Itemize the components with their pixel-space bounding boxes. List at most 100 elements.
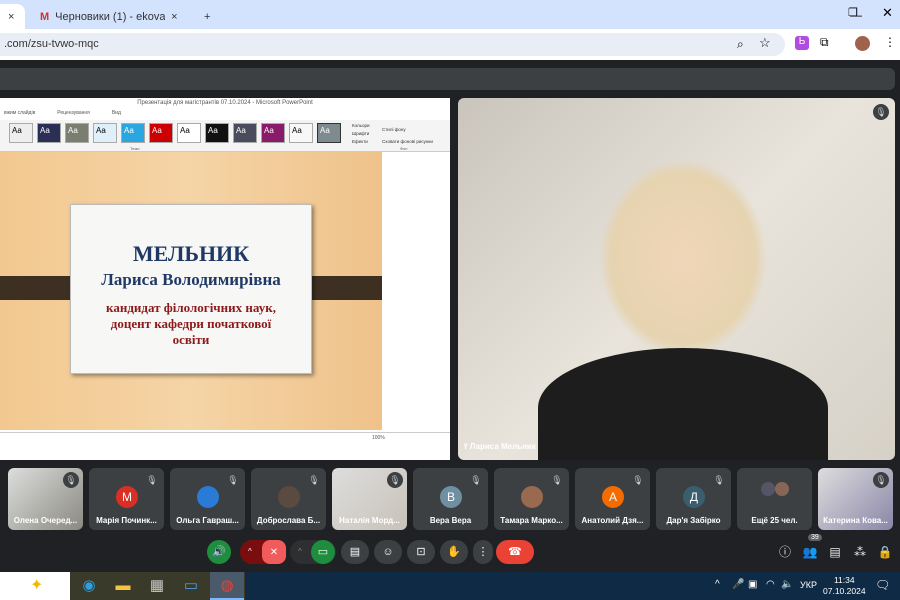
captions-button[interactable]: ▤ xyxy=(341,540,369,564)
mic-off-icon: 🎙 xyxy=(468,472,484,488)
close-window-icon[interactable]: ✕ xyxy=(882,5,893,21)
extensions-puzzle-icon[interactable]: ⧉ xyxy=(820,35,829,50)
speaker-name: Лариса Мельник xyxy=(469,442,536,451)
present-screen-icon: ⊡ xyxy=(416,546,426,558)
file-explorer-icon[interactable]: ▬ xyxy=(106,572,140,600)
theme-thumb[interactable]: Aa xyxy=(177,123,201,143)
present-button[interactable]: ⊡ xyxy=(407,540,435,564)
hang-up-icon: ☎ xyxy=(508,546,522,558)
avatar: Д xyxy=(683,486,705,508)
scanner-app-icon[interactable]: ▦ xyxy=(140,572,174,600)
theme-thumb[interactable]: Aa xyxy=(65,123,89,143)
leave-call-button[interactable]: ☎ xyxy=(496,540,534,564)
theme-thumb[interactable]: Aa xyxy=(205,123,229,143)
mic-off-icon: ✕ xyxy=(269,547,279,558)
volume-icon: 🔊 xyxy=(212,546,226,558)
meet-tray-icon[interactable]: ▣ xyxy=(748,579,757,590)
search-highlight[interactable]: ✦ xyxy=(0,572,70,600)
participant-tile[interactable]: 🎙 Доброслава Б... xyxy=(251,468,326,530)
theme-thumb[interactable]: Aa xyxy=(233,123,257,143)
meet-area: Презентація для магістрантів 07.10.2024 … xyxy=(0,60,900,572)
speaker-button[interactable]: 🔊 xyxy=(207,540,231,564)
slide-degree: кандидат філологічних наук, xyxy=(106,300,276,315)
edge-icon[interactable]: ◉ xyxy=(72,572,106,600)
mic-toggle-button[interactable]: ✕ xyxy=(262,540,286,564)
close-icon[interactable]: × xyxy=(171,11,177,23)
profile-avatar[interactable] xyxy=(855,36,870,51)
close-icon[interactable]: × xyxy=(8,11,14,23)
participant-tile[interactable]: Ещё 25 чел. xyxy=(737,468,812,530)
theme-thumb[interactable]: Aa xyxy=(289,123,313,143)
theme-thumb[interactable]: Aa xyxy=(9,123,33,143)
chrome-icon[interactable]: ◍ xyxy=(210,572,244,600)
avatar: А xyxy=(602,486,624,508)
ppt-menu-item[interactable]: Рецензування xyxy=(57,110,90,116)
effects-button[interactable]: Ефекти xyxy=(352,138,370,146)
theme-thumb[interactable]: Aa xyxy=(261,123,285,143)
theme-thumb[interactable]: Aa xyxy=(149,123,173,143)
notifications-icon[interactable]: 🗨 xyxy=(875,578,890,592)
mic-off-icon: 🎙 xyxy=(387,472,403,488)
gmail-icon: M xyxy=(40,10,50,23)
maximize-icon[interactable]: ❐ xyxy=(848,6,862,19)
clock-time: 11:34 xyxy=(833,575,855,585)
extension-icon[interactable]: Ь xyxy=(795,36,809,50)
participant-tile[interactable]: 🎙 Олена Очеред... xyxy=(8,468,83,530)
avatar: В xyxy=(440,486,462,508)
mic-off-icon: 🎙 xyxy=(630,472,646,488)
chat-icon[interactable]: ▤ xyxy=(825,542,845,562)
wifi-icon[interactable]: ◠ xyxy=(766,579,775,590)
new-tab-button[interactable]: + xyxy=(196,4,218,29)
camera-toggle-button[interactable]: ▭ xyxy=(311,540,335,564)
tray-chevron-icon[interactable]: ^ xyxy=(715,579,720,590)
bg-styles-button[interactable]: Стилі фону xyxy=(382,124,433,136)
reactions-button[interactable]: ☺ xyxy=(374,540,402,564)
participant-name: Вера Вера xyxy=(429,516,472,525)
ppt-menu-item[interactable]: Вид xyxy=(112,110,121,116)
participant-tile[interactable]: Д 🎙 Дар'я Забірко xyxy=(656,468,731,530)
bookmark-star-icon[interactable]: ☆ xyxy=(759,35,771,51)
more-options-button[interactable]: ⋮ xyxy=(473,540,493,564)
participant-tile[interactable]: 🎙 Ольга Гавраш... xyxy=(170,468,245,530)
people-icon[interactable]: 👥 xyxy=(800,542,820,562)
ppt-menu-item[interactable]: вжим слайдів xyxy=(4,110,35,116)
tab-meet[interactable]: × xyxy=(0,4,25,29)
language-indicator[interactable]: УКР xyxy=(800,580,817,590)
host-controls-lock-icon[interactable]: 🔒 xyxy=(875,542,895,562)
participant-tile[interactable]: А 🎙 Анатолий Дзя... xyxy=(575,468,650,530)
video-camera-icon: ▭ xyxy=(317,546,329,558)
theme-thumb[interactable]: Aa xyxy=(121,123,145,143)
mic-off-icon: 🎙 xyxy=(873,104,889,120)
tab-gmail[interactable]: M Черновики (1) - ekovalenko20 × xyxy=(32,4,192,29)
menu-kebab-icon[interactable]: ⋮ xyxy=(884,35,896,49)
participant-tile[interactable]: 🎙 Наталія Морд... xyxy=(332,468,407,530)
captions-icon: ▤ xyxy=(349,546,361,558)
avatar xyxy=(197,486,219,508)
volume-icon[interactable]: 🔈 xyxy=(781,579,793,590)
theme-thumb[interactable]: Aa xyxy=(317,123,341,143)
participant-tile[interactable]: М 🎙 Марія Починк... xyxy=(89,468,164,530)
ribbon-group-label: Теми xyxy=(130,146,140,151)
address-bar-row: .com/zsu-tvwo-mqc ⌕ ☆ Ь ⧉ ⋮ xyxy=(0,29,900,60)
clock[interactable]: 11:34 07.10.2024 xyxy=(823,575,866,597)
theme-thumb[interactable]: Aa xyxy=(37,123,61,143)
fonts-button[interactable]: Шрифти xyxy=(352,130,370,138)
url-input[interactable]: .com/zsu-tvwo-mqc xyxy=(0,33,785,56)
microphone-tray-icon[interactable]: 🎤 xyxy=(732,579,744,590)
ribbon-group-label: Фон xyxy=(400,146,408,151)
theme-thumb[interactable]: Aa xyxy=(93,123,117,143)
printer-app-icon[interactable]: ▭ xyxy=(174,572,208,600)
mic-off-icon: 🎙 xyxy=(63,472,79,488)
colors-button[interactable]: Кольори xyxy=(352,122,370,130)
zoom-icon[interactable]: ⌕ xyxy=(737,37,744,52)
participant-tile[interactable]: 🎙 Тамара Марко... xyxy=(494,468,569,530)
slide-patronymic: Лариса Володимирівна xyxy=(101,270,281,289)
avatar: М xyxy=(116,486,138,508)
participant-tile[interactable]: 🎙 Катерина Кова... xyxy=(818,468,893,530)
participant-tile[interactable]: В 🎙 Вера Вера xyxy=(413,468,488,530)
sparkle-icon: ✦ xyxy=(30,577,44,594)
raise-hand-button[interactable]: ✋ xyxy=(440,540,468,564)
emoji-icon: ☺ xyxy=(382,546,394,558)
meeting-info-icon[interactable]: ⓘ xyxy=(775,542,795,562)
activities-icon[interactable]: ⁂ xyxy=(850,542,870,562)
